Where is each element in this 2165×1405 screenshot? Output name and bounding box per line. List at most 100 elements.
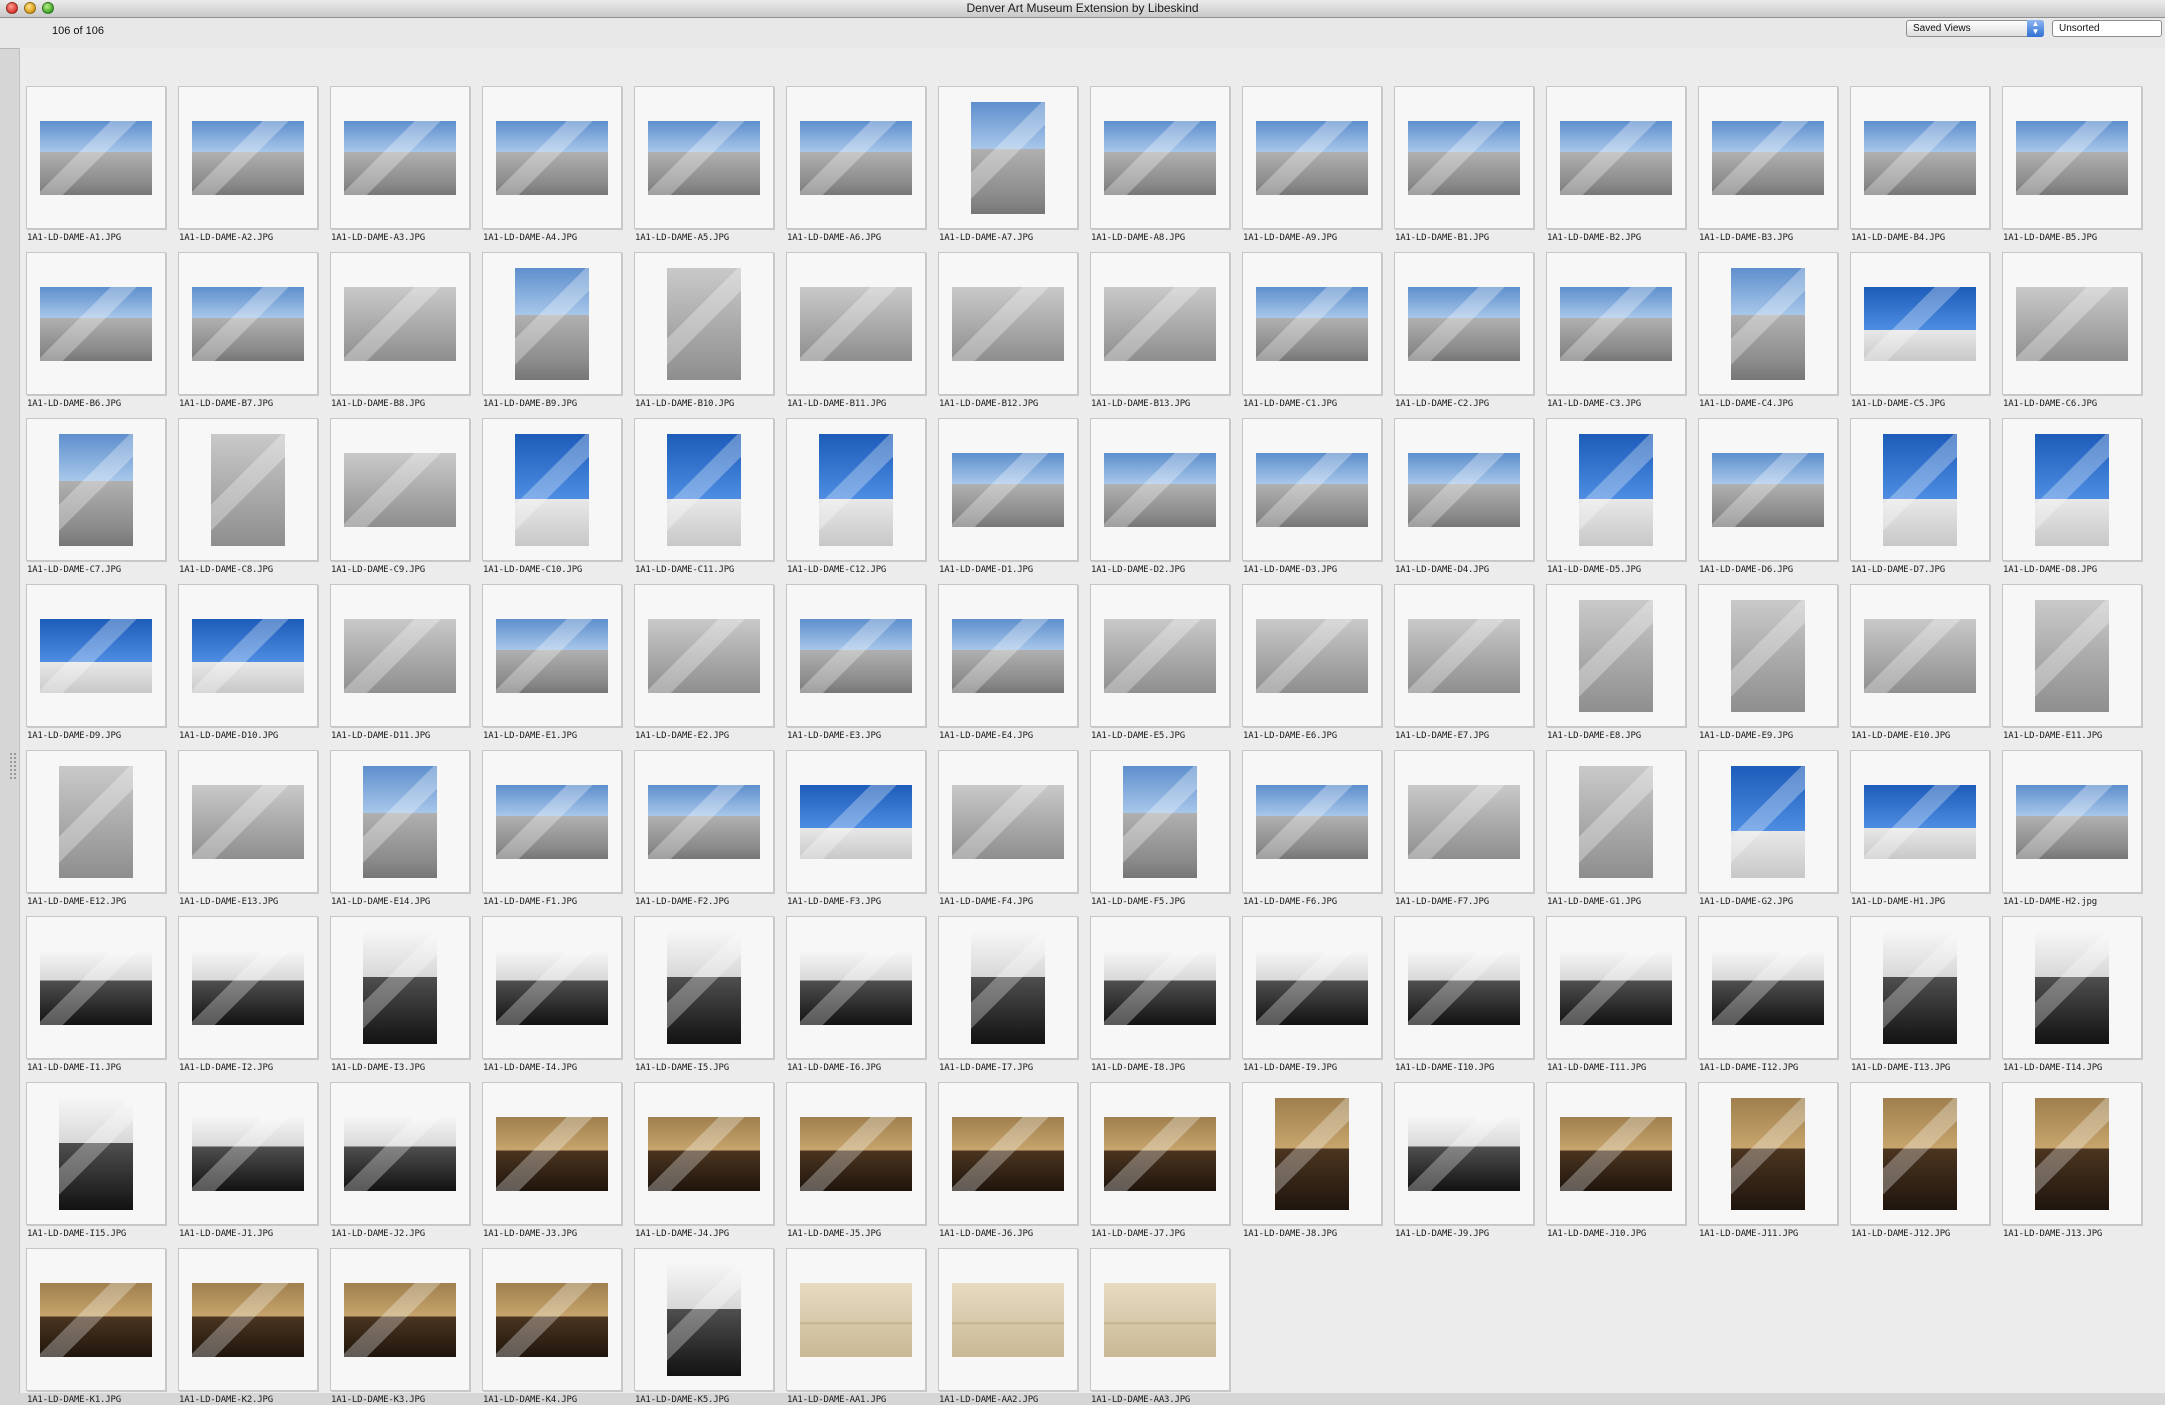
saved-views-popup[interactable]: Saved Views ▲ ▼ (1906, 20, 2044, 37)
photo-thumbnail-tile[interactable] (2002, 584, 2142, 727)
photo-thumbnail-tile[interactable] (634, 916, 774, 1059)
photo-thumbnail-tile[interactable] (482, 916, 622, 1059)
photo-thumbnail-tile[interactable] (938, 86, 1078, 229)
photo-thumbnail-tile[interactable] (634, 750, 774, 893)
photo-thumbnail-tile[interactable] (1090, 252, 1230, 395)
photo-thumbnail-tile[interactable] (786, 1248, 926, 1391)
photo-thumbnail-tile[interactable] (634, 252, 774, 395)
photo-thumbnail-tile[interactable] (786, 252, 926, 395)
photo-thumbnail-tile[interactable] (178, 252, 318, 395)
photo-thumbnail-tile[interactable] (1546, 418, 1686, 561)
photo-thumbnail-tile[interactable] (2002, 418, 2142, 561)
photo-thumbnail-tile[interactable] (634, 584, 774, 727)
photo-thumbnail-tile[interactable] (26, 86, 166, 229)
photo-thumbnail-tile[interactable] (634, 1082, 774, 1225)
photo-thumbnail-tile[interactable] (1394, 750, 1534, 893)
photo-thumbnail-tile[interactable] (1850, 252, 1990, 395)
photo-thumbnail-tile[interactable] (330, 252, 470, 395)
photo-thumbnail-tile[interactable] (786, 916, 926, 1059)
photo-thumbnail-tile[interactable] (26, 1248, 166, 1391)
photo-thumbnail-tile[interactable] (482, 86, 622, 229)
photo-thumbnail-tile[interactable] (1394, 916, 1534, 1059)
photo-thumbnail-tile[interactable] (178, 86, 318, 229)
photo-thumbnail-tile[interactable] (2002, 86, 2142, 229)
photo-thumbnail-tile[interactable] (1090, 1082, 1230, 1225)
photo-thumbnail-tile[interactable] (1394, 584, 1534, 727)
photo-thumbnail-tile[interactable] (1090, 916, 1230, 1059)
photo-thumbnail-tile[interactable] (1698, 1082, 1838, 1225)
photo-thumbnail-tile[interactable] (2002, 1082, 2142, 1225)
photo-thumbnail-tile[interactable] (1394, 418, 1534, 561)
photo-thumbnail-tile[interactable] (330, 1082, 470, 1225)
photo-thumbnail-tile[interactable] (786, 1082, 926, 1225)
photo-thumbnail-tile[interactable] (1546, 584, 1686, 727)
photo-thumbnail-tile[interactable] (938, 252, 1078, 395)
photo-thumbnail-tile[interactable] (330, 584, 470, 727)
photo-thumbnail-tile[interactable] (178, 1082, 318, 1225)
photo-thumbnail-tile[interactable] (1698, 86, 1838, 229)
photo-thumbnail-tile[interactable] (2002, 750, 2142, 893)
photo-thumbnail-tile[interactable] (1850, 584, 1990, 727)
photo-thumbnail-tile[interactable] (1090, 418, 1230, 561)
photo-thumbnail-tile[interactable] (1546, 1082, 1686, 1225)
photo-thumbnail-tile[interactable] (1698, 252, 1838, 395)
photo-thumbnail-tile[interactable] (1242, 418, 1382, 561)
photo-thumbnail-tile[interactable] (1242, 584, 1382, 727)
photo-thumbnail-tile[interactable] (786, 584, 926, 727)
photo-thumbnail-tile[interactable] (330, 86, 470, 229)
photo-thumbnail-tile[interactable] (26, 584, 166, 727)
sort-order-field[interactable]: Unsorted (2052, 20, 2162, 37)
photo-thumbnail-tile[interactable] (26, 252, 166, 395)
photo-thumbnail-tile[interactable] (1850, 1082, 1990, 1225)
photo-thumbnail-tile[interactable] (634, 1248, 774, 1391)
photo-thumbnail-tile[interactable] (26, 916, 166, 1059)
photo-thumbnail-tile[interactable] (178, 418, 318, 561)
photo-thumbnail-tile[interactable] (482, 418, 622, 561)
photo-thumbnail-tile[interactable] (482, 252, 622, 395)
photo-thumbnail-tile[interactable] (1698, 418, 1838, 561)
photo-thumbnail-tile[interactable] (482, 1082, 622, 1225)
photo-thumbnail-tile[interactable] (482, 1248, 622, 1391)
photo-thumbnail-tile[interactable] (1546, 916, 1686, 1059)
photo-thumbnail-tile[interactable] (178, 584, 318, 727)
photo-thumbnail-tile[interactable] (938, 916, 1078, 1059)
photo-thumbnail-tile[interactable] (1090, 584, 1230, 727)
photo-thumbnail-tile[interactable] (1850, 86, 1990, 229)
photo-thumbnail-tile[interactable] (634, 86, 774, 229)
photo-thumbnail-tile[interactable] (26, 418, 166, 561)
photo-thumbnail-tile[interactable] (1850, 418, 1990, 561)
photo-thumbnail-tile[interactable] (786, 418, 926, 561)
photo-thumbnail-tile[interactable] (938, 750, 1078, 893)
photo-thumbnail-tile[interactable] (1546, 86, 1686, 229)
photo-thumbnail-tile[interactable] (330, 916, 470, 1059)
photo-thumbnail-tile[interactable] (330, 1248, 470, 1391)
photo-thumbnail-tile[interactable] (1546, 252, 1686, 395)
photo-thumbnail-tile[interactable] (786, 86, 926, 229)
photo-thumbnail-tile[interactable] (1090, 86, 1230, 229)
photo-thumbnail-tile[interactable] (26, 1082, 166, 1225)
photo-thumbnail-tile[interactable] (1394, 86, 1534, 229)
photo-thumbnail-tile[interactable] (786, 750, 926, 893)
photo-thumbnail-tile[interactable] (1394, 1082, 1534, 1225)
photo-thumbnail-tile[interactable] (330, 750, 470, 893)
sidebar-resize-handle[interactable] (10, 753, 16, 779)
photo-thumbnail-tile[interactable] (1698, 916, 1838, 1059)
photo-thumbnail-tile[interactable] (1850, 916, 1990, 1059)
photo-thumbnail-tile[interactable] (1242, 252, 1382, 395)
photo-thumbnail-tile[interactable] (938, 1082, 1078, 1225)
photo-thumbnail-tile[interactable] (178, 1248, 318, 1391)
photo-thumbnail-tile[interactable] (1698, 584, 1838, 727)
photo-thumbnail-tile[interactable] (938, 584, 1078, 727)
photo-thumbnail-tile[interactable] (1394, 252, 1534, 395)
photo-thumbnail-tile[interactable] (1242, 750, 1382, 893)
photo-thumbnail-tile[interactable] (1090, 1248, 1230, 1391)
photo-thumbnail-tile[interactable] (330, 418, 470, 561)
photo-thumbnail-tile[interactable] (482, 584, 622, 727)
photo-thumbnail-tile[interactable] (634, 418, 774, 561)
photo-thumbnail-tile[interactable] (2002, 916, 2142, 1059)
photo-thumbnail-tile[interactable] (178, 916, 318, 1059)
photo-thumbnail-tile[interactable] (2002, 252, 2142, 395)
photo-thumbnail-tile[interactable] (1850, 750, 1990, 893)
photo-thumbnail-tile[interactable] (938, 418, 1078, 561)
photo-thumbnail-tile[interactable] (938, 1248, 1078, 1391)
